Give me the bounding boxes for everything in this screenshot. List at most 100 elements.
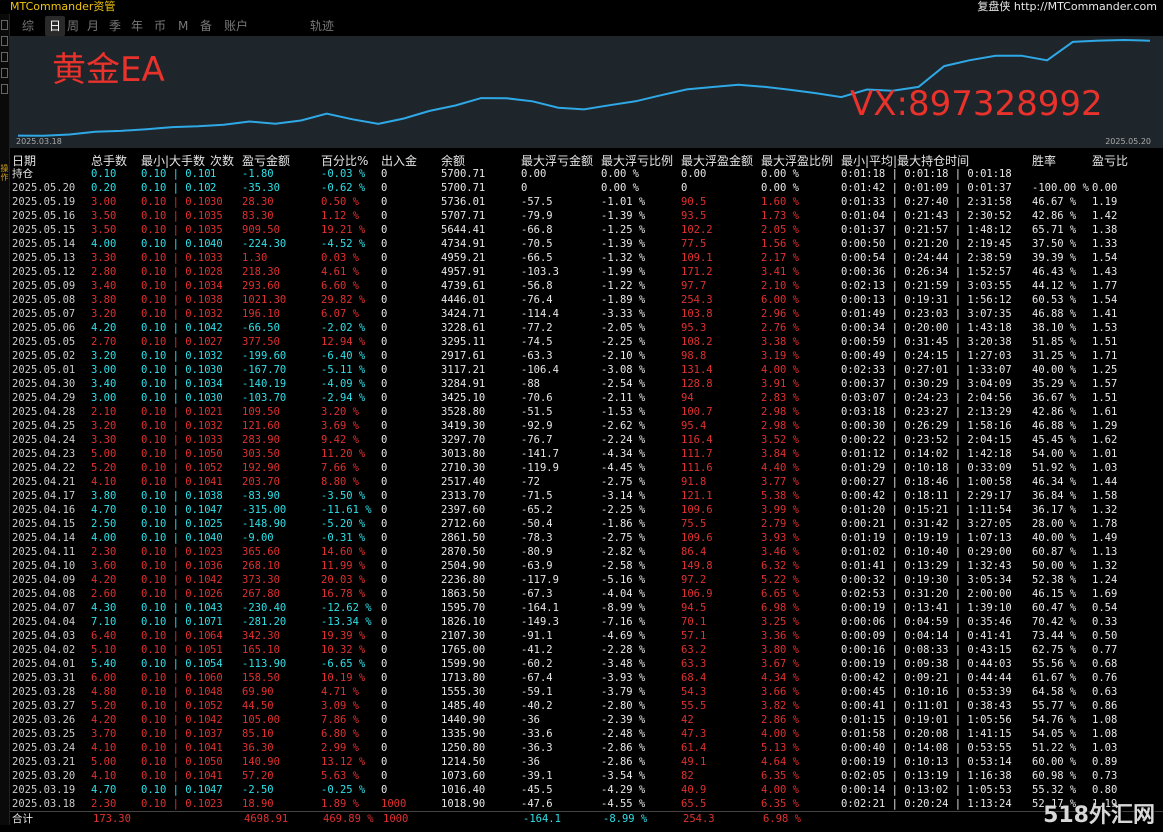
table-row[interactable]: 2025.04.23 5.00 0.10 | 0.10 50 303.50 11.20 %… [10, 447, 1163, 461]
table-cell: 2025.04.21 [12, 476, 76, 488]
tab-10[interactable]: 轨迹 [310, 16, 334, 36]
table-cell: -1.32 % [601, 252, 646, 264]
table-row[interactable]: 2025.05.19 3.00 0.10 | 0.10 30 28.30 0.50 % 0 5… [10, 195, 1163, 209]
tab-4[interactable]: 季 [109, 16, 121, 36]
table-cell: 303.50 [242, 448, 280, 460]
total-max-float-loss: -164.1 [523, 813, 561, 825]
table-cell: 116.4 [681, 434, 713, 446]
table-cell: 3.20 [91, 308, 117, 320]
table-cell: -0.31 % [321, 532, 366, 544]
tab-2[interactable]: 周 [67, 16, 79, 36]
tab-7[interactable]: M [178, 16, 188, 36]
table-row[interactable]: 2025.05.14 4.00 0.10 | 0.10 40 -224.30 -4.52 … [10, 237, 1163, 251]
table-cell: 0.10 | 0.10 [141, 798, 211, 810]
tab-6[interactable]: 币 [154, 16, 166, 36]
table-row[interactable]: 2025.03.28 4.80 0.10 | 0.10 48 69.90 4.71 % 0 1… [10, 685, 1163, 699]
table-cell: 2504.90 [441, 560, 486, 572]
table-row[interactable]: 2025.05.08 3.80 0.10 | 0.10 38 1021.30 29.82 … [10, 293, 1163, 307]
table-cell: 1599.90 [441, 658, 486, 670]
table-row[interactable]: 2025.03.20 4.10 0.10 | 0.10 41 57.20 5.63 % 0 1… [10, 769, 1163, 783]
tab-9[interactable]: 账户 [224, 16, 248, 36]
table-row[interactable]: 2025.04.21 4.10 0.10 | 0.10 41 203.70 8.80 % 0… [10, 475, 1163, 489]
table-cell: 42 [210, 322, 223, 334]
table-row[interactable]: 2025.04.30 3.40 0.10 | 0.10 34 -140.19 -4.09 … [10, 377, 1163, 391]
table-row[interactable]: 2025.03.27 5.20 0.10 | 0.10 52 44.50 3.09 % 0 1… [10, 699, 1163, 713]
table-row[interactable]: 2025.04.03 6.40 0.10 | 0.10 64 342.30 19.39 %… [10, 629, 1163, 643]
table-row[interactable]: 2025.05.09 3.40 0.10 | 0.10 34 293.60 6.60 % 0… [10, 279, 1163, 293]
tab-1[interactable]: 日 [45, 16, 66, 36]
table-row[interactable]: 2025.04.25 3.20 0.10 | 0.10 32 121.60 3.69 % 0… [10, 419, 1163, 433]
total-max-float-gain: 254.3 [683, 813, 715, 825]
toolbar-box-icon[interactable] [1, 36, 8, 46]
table-cell: 0 [381, 364, 388, 376]
table-row[interactable]: 2025.04.07 4.30 0.10 | 0.10 43 -230.40 -12.62… [10, 601, 1163, 615]
table-row[interactable]: 2025.03.19 4.70 0.10 | 0.10 47 -2.50 -0.25 % 0… [10, 783, 1163, 797]
table-cell: 0.10 | 0.10 [141, 560, 211, 572]
toolbar-box-icon[interactable] [1, 52, 8, 62]
table-row[interactable]: 2025.03.24 4.10 0.10 | 0.10 41 36.30 2.99 % 0 1… [10, 741, 1163, 755]
table-row[interactable]: 2025.04.10 3.60 0.10 | 0.10 36 268.10 11.99 %… [10, 559, 1163, 573]
table-cell: -1.39 % [601, 210, 646, 222]
tab-8[interactable]: 备 [200, 16, 212, 36]
table-cell: -103.3 [521, 266, 559, 278]
table-cell: 2397.60 [441, 504, 486, 516]
table-row[interactable]: 2025.04.02 5.10 0.10 | 0.10 51 165.10 10.32 %… [10, 643, 1163, 657]
table-row[interactable]: 2025.03.31 6.00 0.10 | 0.10 60 158.50 10.19 %… [10, 671, 1163, 685]
table-row[interactable]: 2025.05.12 2.80 0.10 | 0.10 28 218.30 4.61 % 0… [10, 265, 1163, 279]
table-cell: 203.70 [242, 476, 280, 488]
table-cell: -5.20 % [321, 518, 366, 530]
table-row[interactable]: 2025.05.06 4.20 0.10 | 0.10 42 -66.50 -2.02 %… [10, 321, 1163, 335]
table-row[interactable]: 2025.04.24 3.30 0.10 | 0.10 33 283.90 9.42 % 0… [10, 433, 1163, 447]
table-row[interactable]: 2025.04.04 7.10 0.10 | 0.10 71 -281.20 -13.34… [10, 615, 1163, 629]
table-cell: 4734.91 [441, 238, 486, 250]
table-row[interactable]: 2025.05.13 3.30 0.10 | 0.10 33 1.30 0.03 % 0 49… [10, 251, 1163, 265]
table-row[interactable]: 2025.03.26 4.20 0.10 | 0.10 42 105.00 7.86 % 0… [10, 713, 1163, 727]
table-cell: -230.40 [242, 602, 287, 614]
toolbar-box-icon[interactable] [1, 84, 8, 94]
table-cell: 0.76 [1092, 672, 1118, 684]
table-cell: -4.29 % [601, 784, 646, 796]
tab-5[interactable]: 年 [131, 16, 143, 36]
toolbar-box-icon[interactable] [1, 68, 8, 78]
table-row[interactable]: 2025.04.11 2.30 0.10 | 0.10 23 365.60 14.60 %… [10, 545, 1163, 559]
table-row[interactable]: 2025.04.22 5.20 0.10 | 0.10 52 192.90 7.66 % 0… [10, 461, 1163, 475]
table-row[interactable]: 2025.04.15 2.50 0.10 | 0.10 25 -148.90 -5.20 … [10, 517, 1163, 531]
table-row[interactable]: 2025.04.29 3.00 0.10 | 0.10 30 -103.70 -2.94 … [10, 391, 1163, 405]
table-cell: 28.30 [242, 196, 274, 208]
table-cell: 0.10 | 0.10 [141, 322, 211, 334]
table-cell: -70.6 [521, 392, 553, 404]
table-cell: 0.10 | 0.10 [141, 588, 211, 600]
table-row[interactable]: 2025.03.18 2.30 0.10 | 0.10 23 18.90 1.89 % 10… [10, 797, 1163, 811]
table-row[interactable]: 2025.03.21 5.00 0.10 | 0.10 50 140.90 13.12 %… [10, 755, 1163, 769]
table-row[interactable]: 2025.04.28 2.10 0.10 | 0.10 21 109.50 3.20 % 0… [10, 405, 1163, 419]
table-cell: 2.70 [91, 336, 117, 348]
table-row[interactable]: 2025.05.01 3.00 0.10 | 0.10 30 -167.70 -5.11 … [10, 363, 1163, 377]
table-row[interactable]: 2025.05.15 3.50 0.10 | 0.10 35 909.50 19.21 %… [10, 223, 1163, 237]
table-row[interactable]: 2025.04.01 5.40 0.10 | 0.10 54 -113.90 -6.65 … [10, 657, 1163, 671]
table-row[interactable]: 2025.05.20 0.20 0.10 | 0.10 2 -35.30 -0.62 % 0… [10, 181, 1163, 195]
table-cell: 0.10 | 0.10 [141, 742, 211, 754]
app-link[interactable]: 复盘侠 http://MTCommander.com [977, 0, 1157, 14]
table-row[interactable]: 2025.04.14 4.00 0.10 | 0.10 40 -9.00 -0.31 % 0… [10, 531, 1163, 545]
table-cell: -11.61 % [321, 504, 372, 516]
table-cell: 0.10 | 0.10 [141, 406, 211, 418]
table-row[interactable]: 2025.03.25 3.70 0.10 | 0.10 37 85.10 6.80 % 0 1… [10, 727, 1163, 741]
toolbar-box-icon[interactable] [1, 20, 8, 30]
table-row[interactable]: 2025.04.16 4.70 0.10 | 0.10 47 -315.00 -11.61… [10, 503, 1163, 517]
table-cell: 2.98 % [761, 420, 799, 432]
tab-3[interactable]: 月 [87, 16, 99, 36]
period-tabs: 综日周月季年币 M 备账户 轨迹 [10, 16, 1163, 36]
table-row[interactable]: 2025.04.17 3.80 0.10 | 0.10 38 -83.90 -3.50 %… [10, 489, 1163, 503]
table-row[interactable]: 2025.04.09 4.20 0.10 | 0.10 42 373.30 20.03 %… [10, 573, 1163, 587]
table-row[interactable]: 2025.05.02 3.20 0.10 | 0.10 32 -199.60 -6.40 … [10, 349, 1163, 363]
table-row[interactable]: 2025.05.07 3.20 0.10 | 0.10 32 196.10 6.07 % 0… [10, 307, 1163, 321]
total-pnl: 4698.91 [244, 813, 289, 825]
table-cell: 7.66 % [321, 462, 359, 474]
table-row[interactable]: 2025.05.05 2.70 0.10 | 0.10 27 377.50 12.94 %… [10, 335, 1163, 349]
tab-0[interactable]: 综 [22, 16, 34, 36]
table-row[interactable]: 持仓 0.10 0.10 | 0.10 1 -1.80 -0.03 % 0 5700.71 0.… [10, 167, 1163, 181]
table-row[interactable]: 2025.05.16 3.50 0.10 | 0.10 35 83.30 1.12 % 0 5… [10, 209, 1163, 223]
table-cell: 1.49 [1092, 532, 1118, 544]
table-row[interactable]: 2025.04.08 2.60 0.10 | 0.10 26 267.80 16.78 %… [10, 587, 1163, 601]
table-cell: -67.3 [521, 588, 553, 600]
